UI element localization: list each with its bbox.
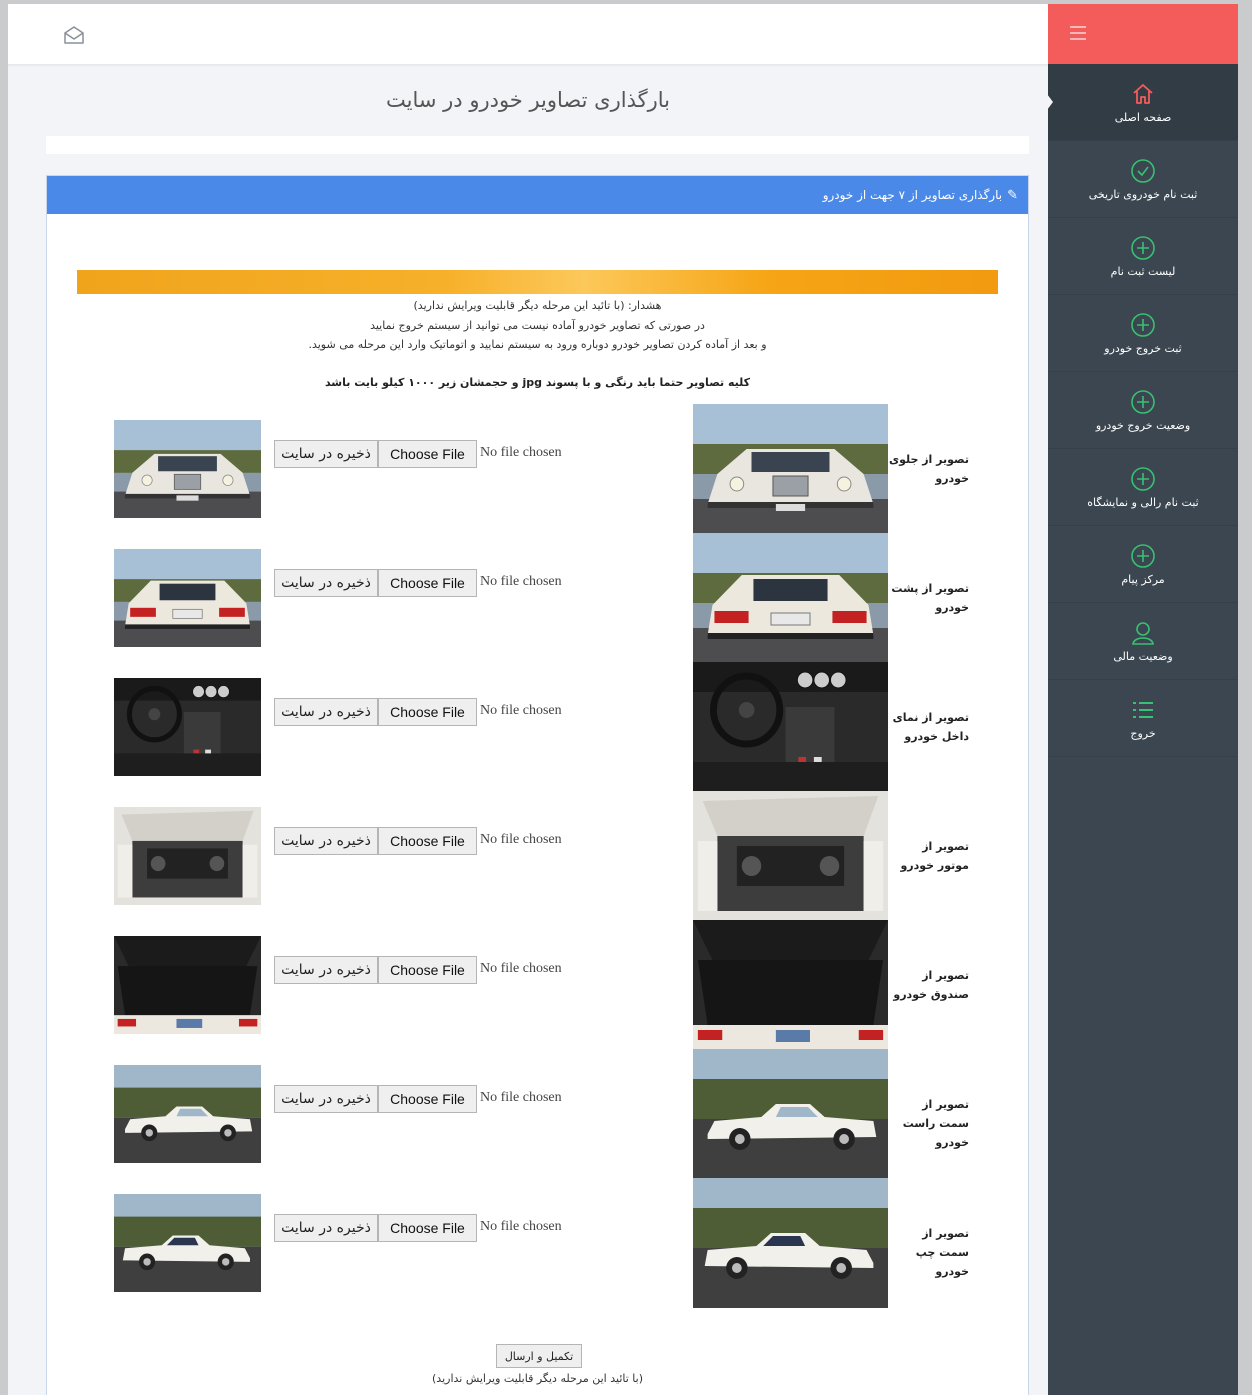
check-circle-icon (1130, 158, 1156, 184)
envelope-icon[interactable] (63, 24, 85, 46)
sidebar: صفحه اصلی ثبت نام خودروی تاریخی لیست ثبت ن… (1047, 4, 1238, 1395)
warning-line-2: در صورتی که تصاویر خودرو آماده نیست می ت… (370, 319, 705, 332)
upload-panel: ✎ بارگذاری تصاویر از ۷ جهت از خودرو هشدا… (46, 175, 1029, 1395)
uploaded-thumbnail (114, 678, 261, 776)
sidebar-item-label: ثبت نام رالی و نمایشگاه (1087, 495, 1199, 509)
file-status: No file chosen (480, 1219, 562, 1234)
file-status: No file chosen (480, 1090, 562, 1105)
warning-line-1: هشدار: (با تائید این مرحله دیگر قابلیت و… (413, 299, 662, 312)
sidebar-item-label: وضعیت خروج خودرو (1095, 418, 1191, 432)
submit-button[interactable]: تکمیل و ارسال (496, 1344, 582, 1368)
choose-file-button[interactable]: Choose File (378, 1214, 477, 1242)
choose-file-button[interactable]: Choose File (378, 440, 477, 468)
photo-caption: تصویر از موتور خودرو (900, 840, 969, 872)
list-icon (1130, 697, 1156, 723)
plus-circle-icon (1130, 466, 1156, 492)
sidebar-item-5[interactable]: وضعیت خروج خودرو (1048, 372, 1238, 449)
choose-file-button[interactable]: Choose File (378, 956, 477, 984)
save-to-site-button[interactable]: ذخیره در سایت (274, 698, 378, 726)
save-to-site-button[interactable]: ذخیره در سایت (274, 827, 378, 855)
sample-photo (693, 404, 888, 534)
submit-note: (با تائید این مرحله دیگر قابلیت ویرایش ن… (432, 1372, 643, 1385)
warning-line-3: و بعد از آماده کردن تصاویر خودرو دوباره … (308, 338, 767, 351)
sidebar-item-label: ثبت نام خودروی تاریخی (1088, 187, 1198, 201)
choose-file-button[interactable]: Choose File (378, 698, 477, 726)
choose-file-button[interactable]: Choose File (378, 1085, 477, 1113)
file-status: No file chosen (480, 445, 562, 460)
sidebar-header (1048, 4, 1238, 64)
page-title: بارگذاری تصاویر خودرو در سایت (386, 88, 670, 112)
pencil-icon: ✎ (1007, 187, 1018, 203)
sample-photo (693, 662, 888, 792)
upload-rule: کلیه تصاویر حتما باید رنگی و با پسوند jp… (324, 376, 751, 389)
file-status: No file chosen (480, 703, 562, 718)
sample-photo (693, 533, 888, 663)
save-to-site-button[interactable]: ذخیره در سایت (274, 440, 378, 468)
sidebar-item-6[interactable]: ثبت نام رالی و نمایشگاه (1048, 449, 1238, 526)
sidebar-item-label: وضعیت مالی (1113, 649, 1173, 663)
menu-icon[interactable] (1070, 26, 1086, 40)
sample-photo (693, 1178, 888, 1308)
sidebar-item-4[interactable]: ثبت خروج خودرو (1048, 295, 1238, 372)
upload-row-trunk: ذخیره در سایت Choose File No file chosen تص… (47, 920, 1028, 1050)
plus-circle-icon (1130, 235, 1156, 261)
upload-row-left: ذخیره در سایت Choose File No file chosen تص… (47, 1178, 1028, 1308)
sidebar-item-label: صفحه اصلی (1114, 110, 1172, 124)
sidebar-item-8[interactable]: وضعیت مالی (1048, 603, 1238, 680)
photo-caption: تصویر از صندوق خودرو (893, 969, 969, 1001)
uploaded-thumbnail (114, 1065, 261, 1163)
uploaded-thumbnail (114, 420, 261, 518)
sample-photo (693, 791, 888, 921)
photo-caption: تصویر از سمت راست خودرو (902, 1098, 969, 1149)
uploaded-thumbnail (114, 549, 261, 647)
uploaded-thumbnail (114, 1194, 261, 1292)
sidebar-item-9[interactable]: خروج (1048, 680, 1238, 757)
panel-header: ✎ بارگذاری تصاویر از ۷ جهت از خودرو (47, 176, 1028, 214)
choose-file-button[interactable]: Choose File (378, 827, 477, 855)
sample-photo (693, 1049, 888, 1179)
panel-heading: بارگذاری تصاویر از ۷ جهت از خودرو (822, 188, 1003, 202)
sidebar-item-label: خروج (1130, 726, 1156, 740)
photo-caption: تصویر از سمت چپ خودرو (915, 1227, 969, 1278)
uploaded-thumbnail (114, 936, 261, 1034)
sample-photo (693, 920, 888, 1050)
sidebar-item-label: ثبت خروج خودرو (1104, 341, 1182, 355)
app-frame: بارگذاری تصاویر خودرو در سایت ✎ بارگذاری… (8, 4, 1238, 1395)
plus-circle-icon (1130, 543, 1156, 569)
photo-caption: تصویر از نمای داخل خودرو (892, 711, 969, 743)
save-to-site-button[interactable]: ذخیره در سایت (274, 1085, 378, 1113)
sidebar-item-2[interactable]: ثبت نام خودروی تاریخی (1048, 141, 1238, 218)
choose-file-button[interactable]: Choose File (378, 569, 477, 597)
photo-caption: تصویر از جلوی خودرو (889, 453, 969, 485)
sidebar-item-7[interactable]: مرکز پیام (1048, 526, 1238, 603)
user-icon (1130, 620, 1156, 646)
upload-row-rear: ذخیره در سایت Choose File No file chosen تص… (47, 533, 1028, 663)
file-status: No file chosen (480, 961, 562, 976)
save-to-site-button[interactable]: ذخیره در سایت (274, 569, 378, 597)
save-to-site-button[interactable]: ذخیره در سایت (274, 956, 378, 984)
home-icon (1130, 81, 1156, 107)
photo-caption: تصویر از پشت خودرو (891, 582, 969, 614)
file-status: No file chosen (480, 832, 562, 847)
info-strip (46, 136, 1029, 154)
upload-row-front: ذخیره در سایت Choose File No file chosen تص… (47, 404, 1028, 534)
sidebar-item-3[interactable]: لیست ثبت نام (1048, 218, 1238, 295)
upload-row-engine: ذخیره در سایت Choose File No file chosen تص… (47, 791, 1028, 921)
top-bar (8, 4, 1048, 65)
plus-circle-icon (1130, 389, 1156, 415)
upload-row-interior: ذخیره در سایت Choose File No file chosen تص… (47, 662, 1028, 792)
uploaded-thumbnail (114, 807, 261, 905)
file-status: No file chosen (480, 574, 562, 589)
warning-banner (77, 270, 998, 294)
save-to-site-button[interactable]: ذخیره در سایت (274, 1214, 378, 1242)
sidebar-item-label: مرکز پیام (1121, 572, 1165, 586)
sidebar-item-label: لیست ثبت نام (1110, 264, 1176, 278)
upload-row-right: ذخیره در سایت Choose File No file chosen تص… (47, 1049, 1028, 1179)
sidebar-item-1[interactable]: صفحه اصلی (1047, 64, 1238, 141)
plus-circle-icon (1130, 312, 1156, 338)
